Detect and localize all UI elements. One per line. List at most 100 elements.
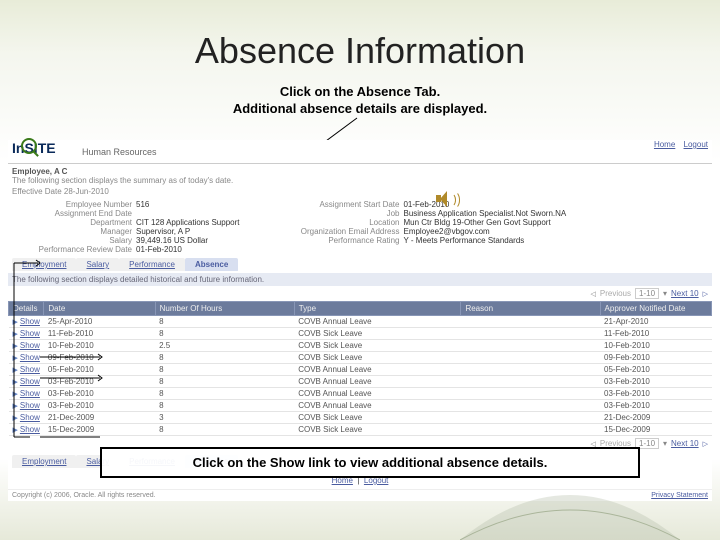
cell-hours: 8	[155, 364, 294, 376]
col-approver: Approver Notified Date	[600, 302, 711, 316]
home-link[interactable]: Home	[654, 140, 675, 149]
tab-salary[interactable]: Salary	[76, 258, 119, 271]
cell-reason	[461, 316, 600, 328]
expand-icon: ▶	[13, 403, 18, 410]
table-row: ▶Show05-Feb-20108COVB Annual Leave05-Feb…	[9, 364, 712, 376]
label-rating: Performance Rating	[279, 236, 403, 245]
table-row: ▶Show21-Dec-20093COVB Sick Leave21-Dec-2…	[9, 412, 712, 424]
show-link[interactable]: Show	[20, 317, 40, 326]
cell-type: COVB Sick Leave	[294, 424, 461, 436]
show-link[interactable]: Show	[20, 401, 40, 410]
label-salary: Salary	[12, 236, 136, 245]
cell-reason	[461, 352, 600, 364]
show-link[interactable]: Show	[20, 329, 40, 338]
cell-type: COVB Annual Leave	[294, 388, 461, 400]
cell-approver: 21-Dec-2009	[600, 412, 711, 424]
cell-hours: 8	[155, 400, 294, 412]
cell-date: 11-Feb-2010	[44, 328, 155, 340]
expand-icon: ▶	[13, 415, 18, 422]
next-link[interactable]: Next 10	[671, 439, 699, 448]
show-link[interactable]: Show	[20, 389, 40, 398]
cell-approver: 10-Feb-2010	[600, 340, 711, 352]
value-dept: CIT 128 Applications Support	[136, 218, 239, 227]
label-emp-no: Employee Number	[12, 200, 136, 209]
show-link[interactable]: Show	[20, 353, 40, 362]
absence-table: Details Date Number Of Hours Type Reason…	[8, 301, 712, 436]
next-icon: ▷	[703, 290, 708, 298]
cell-date: 25-Apr-2010	[44, 316, 155, 328]
cell-reason	[461, 376, 600, 388]
summary-note: The following section displays the summa…	[8, 176, 712, 187]
cell-date: 05-Feb-2010	[44, 364, 155, 376]
table-row: ▶Show03-Feb-20108COVB Annual Leave03-Feb…	[9, 400, 712, 412]
slide-subtitle: Click on the Absence Tab. Additional abs…	[0, 84, 720, 118]
cell-date: 10-Feb-2010	[44, 340, 155, 352]
label-loc: Location	[279, 218, 403, 227]
expand-icon: ▶	[13, 343, 18, 350]
cell-reason	[461, 388, 600, 400]
expand-icon: ▶	[13, 319, 18, 326]
show-link[interactable]: Show	[20, 341, 40, 350]
cell-hours: 2.5	[155, 340, 294, 352]
label-email: Organization Email Address	[279, 227, 403, 236]
table-row: ▶Show03-Feb-20108COVB Annual Leave03-Feb…	[9, 376, 712, 388]
cell-hours: 8	[155, 316, 294, 328]
cell-approver: 15-Dec-2009	[600, 424, 711, 436]
cell-hours: 8	[155, 352, 294, 364]
privacy-link[interactable]: Privacy Statement	[651, 492, 708, 499]
cell-approver: 03-Feb-2010	[600, 376, 711, 388]
cell-date: 03-Feb-2010	[44, 376, 155, 388]
show-link[interactable]: Show	[20, 413, 40, 422]
show-link[interactable]: Show	[20, 377, 40, 386]
prev-link: Previous	[600, 289, 631, 298]
tab-employment[interactable]: Employment	[12, 455, 76, 468]
cell-type: COVB Sick Leave	[294, 412, 461, 424]
cell-type: COVB Annual Leave	[294, 376, 461, 388]
value-perf-date: 01-Feb-2010	[136, 245, 182, 254]
next-icon: ▷	[703, 440, 708, 448]
cell-type: COVB Sick Leave	[294, 328, 461, 340]
logout-link[interactable]: Logout	[684, 140, 708, 149]
cell-reason	[461, 340, 600, 352]
label-job: Job	[279, 209, 403, 218]
cell-approver: 09-Feb-2010	[600, 352, 711, 364]
col-hours: Number Of Hours	[155, 302, 294, 316]
tab-employment[interactable]: Employment	[12, 258, 76, 271]
label-perf-date: Performance Review Date	[12, 245, 136, 254]
label-end-date: Assignment End Date	[12, 209, 136, 218]
col-date: Date	[44, 302, 155, 316]
table-row: ▶Show11-Feb-20108COVB Sick Leave11-Feb-2…	[9, 328, 712, 340]
tab-absence[interactable]: Absence	[185, 258, 238, 271]
expand-icon: ▶	[13, 355, 18, 362]
cell-approver: 03-Feb-2010	[600, 400, 711, 412]
value-email: Employee2@vbgov.com	[403, 227, 489, 236]
show-link[interactable]: Show	[20, 365, 40, 374]
cell-date: 03-Feb-2010	[44, 400, 155, 412]
col-reason: Reason	[461, 302, 600, 316]
col-type: Type	[294, 302, 461, 316]
tab-performance[interactable]: Performance	[119, 258, 185, 271]
slide-title: Absence Information	[0, 0, 720, 72]
cell-approver: 03-Feb-2010	[600, 388, 711, 400]
table-row: ▶Show10-Feb-20102.5COVB Sick Leave10-Feb…	[9, 340, 712, 352]
bottom-callout: Click on the Show link to view additiona…	[100, 447, 640, 478]
cell-hours: 8	[155, 388, 294, 400]
next-link[interactable]: Next 10	[671, 289, 699, 298]
cell-type: COVB Annual Leave	[294, 316, 461, 328]
col-details: Details	[9, 302, 44, 316]
cell-type: COVB Annual Leave	[294, 364, 461, 376]
subtitle-line-1: Click on the Absence Tab.	[280, 84, 440, 99]
show-link[interactable]: Show	[20, 425, 40, 434]
page-range[interactable]: 1-10	[635, 288, 659, 299]
table-row: ▶Show15-Dec-20098COVB Sick Leave15-Dec-2…	[9, 424, 712, 436]
cell-date: 03-Feb-2010	[44, 388, 155, 400]
label-start: Assignment Start Date	[279, 200, 403, 209]
cell-reason	[461, 400, 600, 412]
cell-approver: 05-Feb-2010	[600, 364, 711, 376]
cell-hours: 8	[155, 424, 294, 436]
cell-type: COVB Sick Leave	[294, 340, 461, 352]
table-row: ▶Show03-Feb-20108COVB Annual Leave03-Feb…	[9, 388, 712, 400]
expand-icon: ▶	[13, 427, 18, 434]
cell-approver: 11-Feb-2010	[600, 328, 711, 340]
cell-date: 21-Dec-2009	[44, 412, 155, 424]
